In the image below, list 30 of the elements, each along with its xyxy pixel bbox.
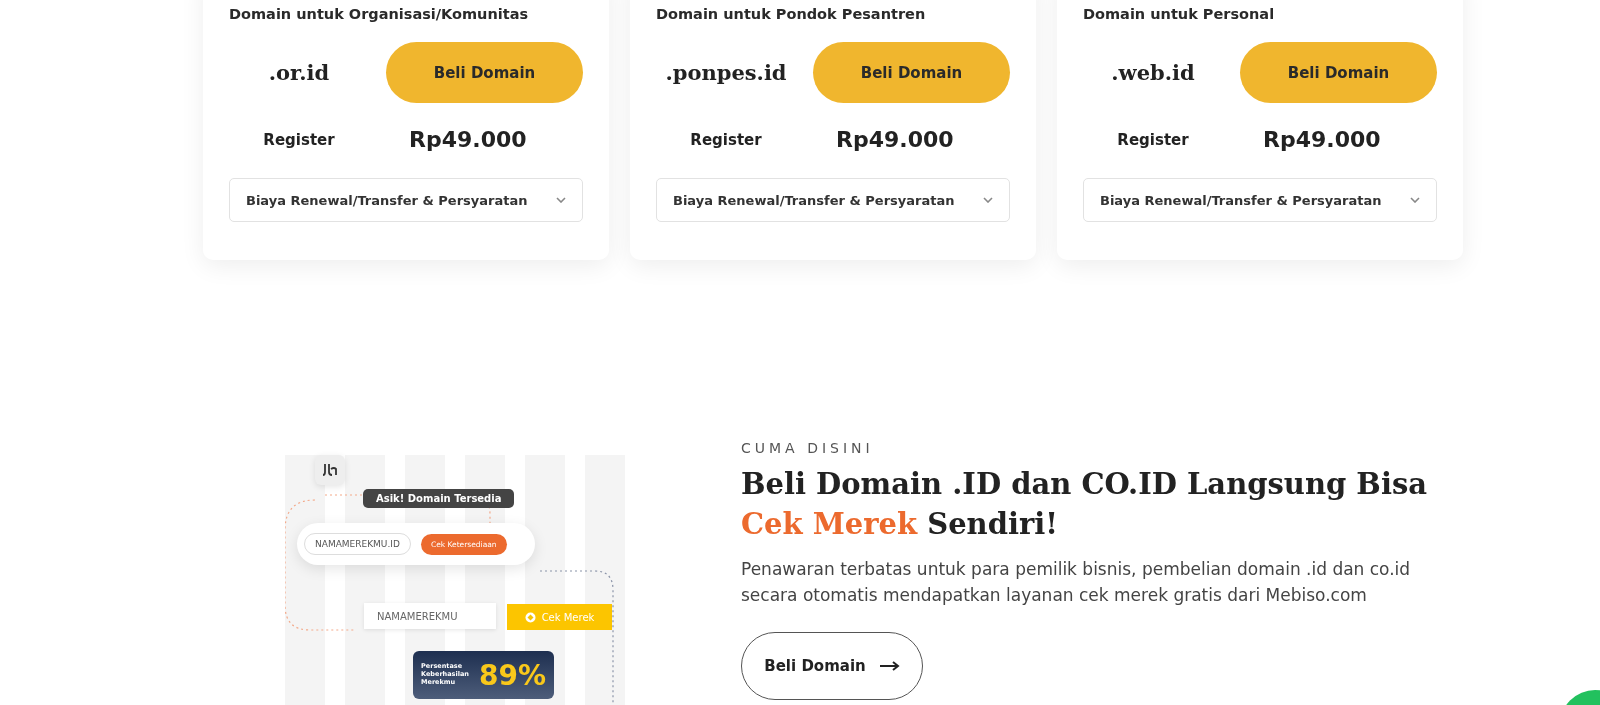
- buy-domain-button[interactable]: Beli Domain: [386, 42, 583, 103]
- chevron-icon: [983, 197, 993, 203]
- domain-extension: .web.id: [1110, 60, 1196, 85]
- details-dropdown[interactable]: Biaya Renewal/Transfer & Persyaratan: [656, 178, 1010, 222]
- arrow-right-icon: [879, 661, 900, 671]
- details-dropdown[interactable]: Biaya Renewal/Transfer & Persyaratan: [1083, 178, 1437, 222]
- price-label: Register: [1116, 130, 1190, 149]
- price: Rp49.000: [1263, 127, 1381, 152]
- buy-domain-button[interactable]: Beli Domain: [741, 632, 923, 700]
- eyebrow-text: CUMA DISINI: [741, 440, 875, 456]
- chevron-icon: [1410, 197, 1420, 203]
- price: Rp49.000: [409, 127, 527, 152]
- domain-extension: .or.id: [267, 60, 331, 85]
- success-rate-value: 89%: [478, 658, 546, 692]
- price-label: Register: [689, 130, 763, 149]
- price-label: Register: [262, 130, 336, 149]
- diamond-icon: [524, 611, 536, 623]
- details-dropdown[interactable]: Biaya Renewal/Transfer & Persyaratan: [229, 178, 583, 222]
- chevron-icon: [556, 197, 566, 203]
- headline: Beli Domain .ID dan CO.ID Langsung Bisa Cek Merek Sendiri!: [741, 466, 1429, 543]
- buy-domain-button[interactable]: Beli Domain: [813, 42, 1010, 103]
- logo-icon: [315, 455, 345, 485]
- price: Rp49.000: [836, 127, 954, 152]
- tooltip: Asik! Domain Tersedia: [363, 489, 515, 508]
- domain-extension: .ponpes.id: [664, 60, 788, 85]
- card-subtitle: Domain untuk Personal: [1083, 6, 1276, 22]
- card-subtitle: Domain untuk Organisasi/Komunitas: [229, 6, 530, 22]
- buy-domain-button[interactable]: Beli Domain: [1240, 42, 1437, 103]
- description: Penawaran terbatas untuk para pemilik bisnis, pembelian domain .id dan co.id secara otomatis mendapatkan layanan cek merek gratis dari Mebiso.com: [741, 558, 1412, 607]
- card-subtitle: Domain untuk Pondok Pesantren: [656, 6, 927, 22]
